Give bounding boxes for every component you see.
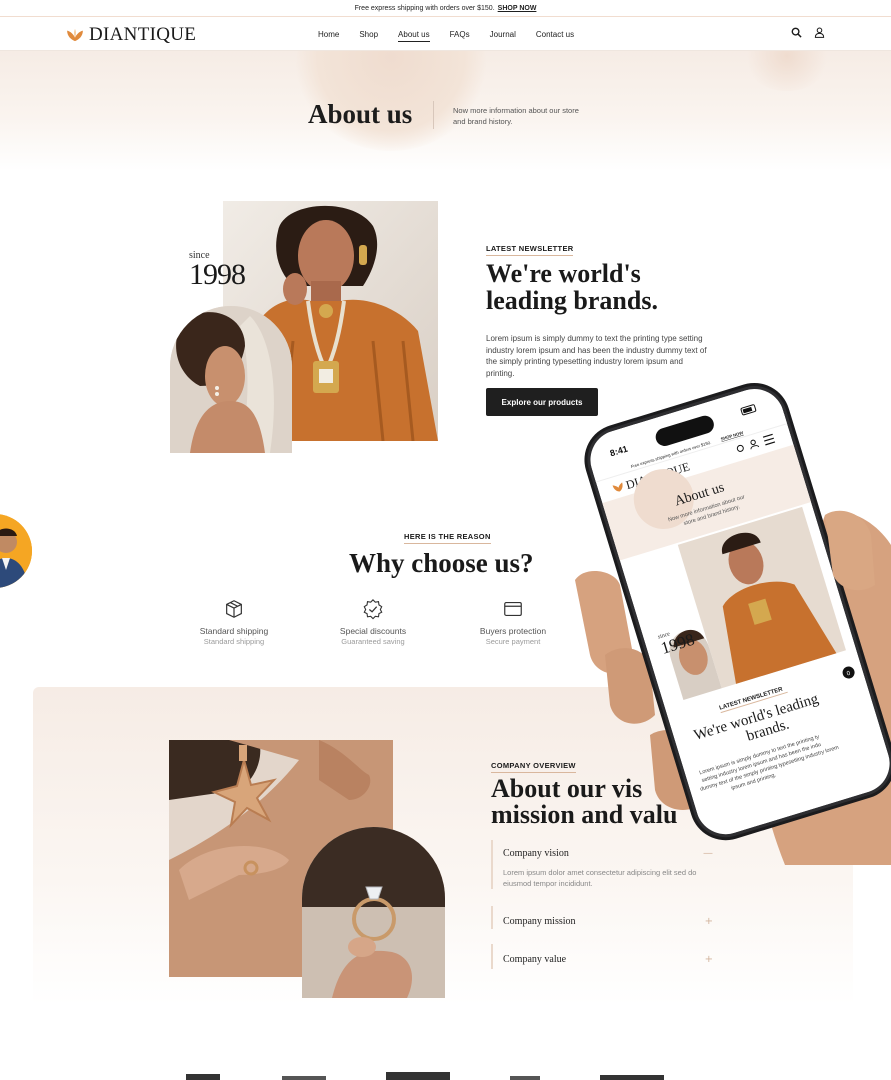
shop-now-link[interactable]: SHOP NOW [498, 5, 537, 12]
why-kicker-wrap: HERE IS THE REASON [404, 526, 491, 544]
partner-logo [386, 1072, 450, 1080]
founded-badge: since 1998 [189, 250, 246, 292]
nav-journal[interactable]: Journal [490, 30, 516, 39]
accordion-company-value[interactable]: Company value + [491, 944, 713, 969]
floating-avatar[interactable] [0, 514, 32, 588]
feature-subtitle: Guaranteed saving [341, 637, 405, 646]
card-icon [504, 601, 522, 617]
partner-logo [510, 1076, 540, 1080]
partner-logo [600, 1075, 664, 1080]
section-kicker: COMPANY OVERVIEW [491, 761, 576, 773]
divider [433, 101, 434, 129]
partner-logo [282, 1076, 326, 1080]
announcement-text: Free express shipping with orders over $… [354, 4, 495, 12]
accordion-body: Lorem ipsum dolor amet consectetur adipi… [503, 868, 697, 888]
accordion-title: Company value [503, 954, 567, 965]
partner-logo [186, 1074, 220, 1080]
nav-shop[interactable]: Shop [359, 30, 378, 39]
why-heading: Why choose us? [349, 548, 534, 578]
feature-buyers-protection: Buyers protection Secure payment [453, 598, 573, 646]
section-kicker: LATEST NEWSLETTER [486, 244, 574, 256]
page-hero: About us Now more information about our … [0, 51, 891, 171]
feature-subtitle: Standard shipping [203, 637, 265, 646]
feature-title: Standard shipping [199, 626, 269, 636]
ring-hand-image [302, 827, 445, 998]
nav-contact-us[interactable]: Contact us [536, 30, 574, 39]
header-actions [791, 27, 825, 38]
feature-title: Buyers protection [479, 626, 547, 636]
box-icon [226, 600, 242, 618]
site-header: DIANTIQUE Home Shop About us FAQs Journa… [0, 17, 891, 51]
partner-logos [0, 1066, 891, 1080]
announcement-bar: Free express shipping with orders over $… [0, 0, 891, 17]
decorative-blob [742, 51, 832, 91]
nav-about-us[interactable]: About us [398, 30, 430, 42]
expand-icon[interactable]: + [705, 916, 713, 927]
newsletter-body: Lorem ipsum is simply dummy to text the … [486, 334, 707, 378]
feature-special-discounts: Special discounts Guaranteed saving [313, 598, 433, 646]
nav-home[interactable]: Home [318, 30, 339, 39]
nav-faqs[interactable]: FAQs [450, 30, 470, 39]
page-title: About us [308, 99, 413, 129]
main-nav: Home Shop About us FAQs Journal Contact … [318, 17, 574, 51]
brand-name: DIANTIQUE [89, 24, 197, 45]
lotus-icon [67, 28, 83, 42]
newsletter-heading: We're world's leading brands. [486, 259, 658, 315]
feature-subtitle: Secure payment [485, 637, 541, 646]
accordion-title: Company mission [503, 916, 576, 927]
expand-icon[interactable]: + [705, 954, 713, 965]
section-kicker: HERE IS THE REASON [404, 532, 491, 544]
badge-check-icon [363, 599, 383, 620]
feature-title: Special discounts [339, 626, 407, 636]
user-icon[interactable] [814, 27, 825, 38]
logo[interactable]: DIANTIQUE [66, 24, 196, 46]
since-year: 1998 [189, 258, 246, 291]
accordion-title: Company vision [503, 848, 569, 859]
accordion-company-mission[interactable]: Company mission + [491, 906, 713, 929]
newsletter-kicker-wrap: LATEST NEWSLETTER [486, 238, 574, 256]
hero-description: Now more information about our store and… [453, 106, 579, 126]
overview-kicker-wrap: COMPANY OVERVIEW [491, 755, 576, 773]
phone-mockup: 8:41 Free express shipping with orders o… [575, 381, 891, 865]
search-icon[interactable] [791, 27, 802, 38]
feature-standard-shipping: Standard shipping Standard shipping [174, 598, 294, 646]
model-profile-image [170, 306, 292, 453]
